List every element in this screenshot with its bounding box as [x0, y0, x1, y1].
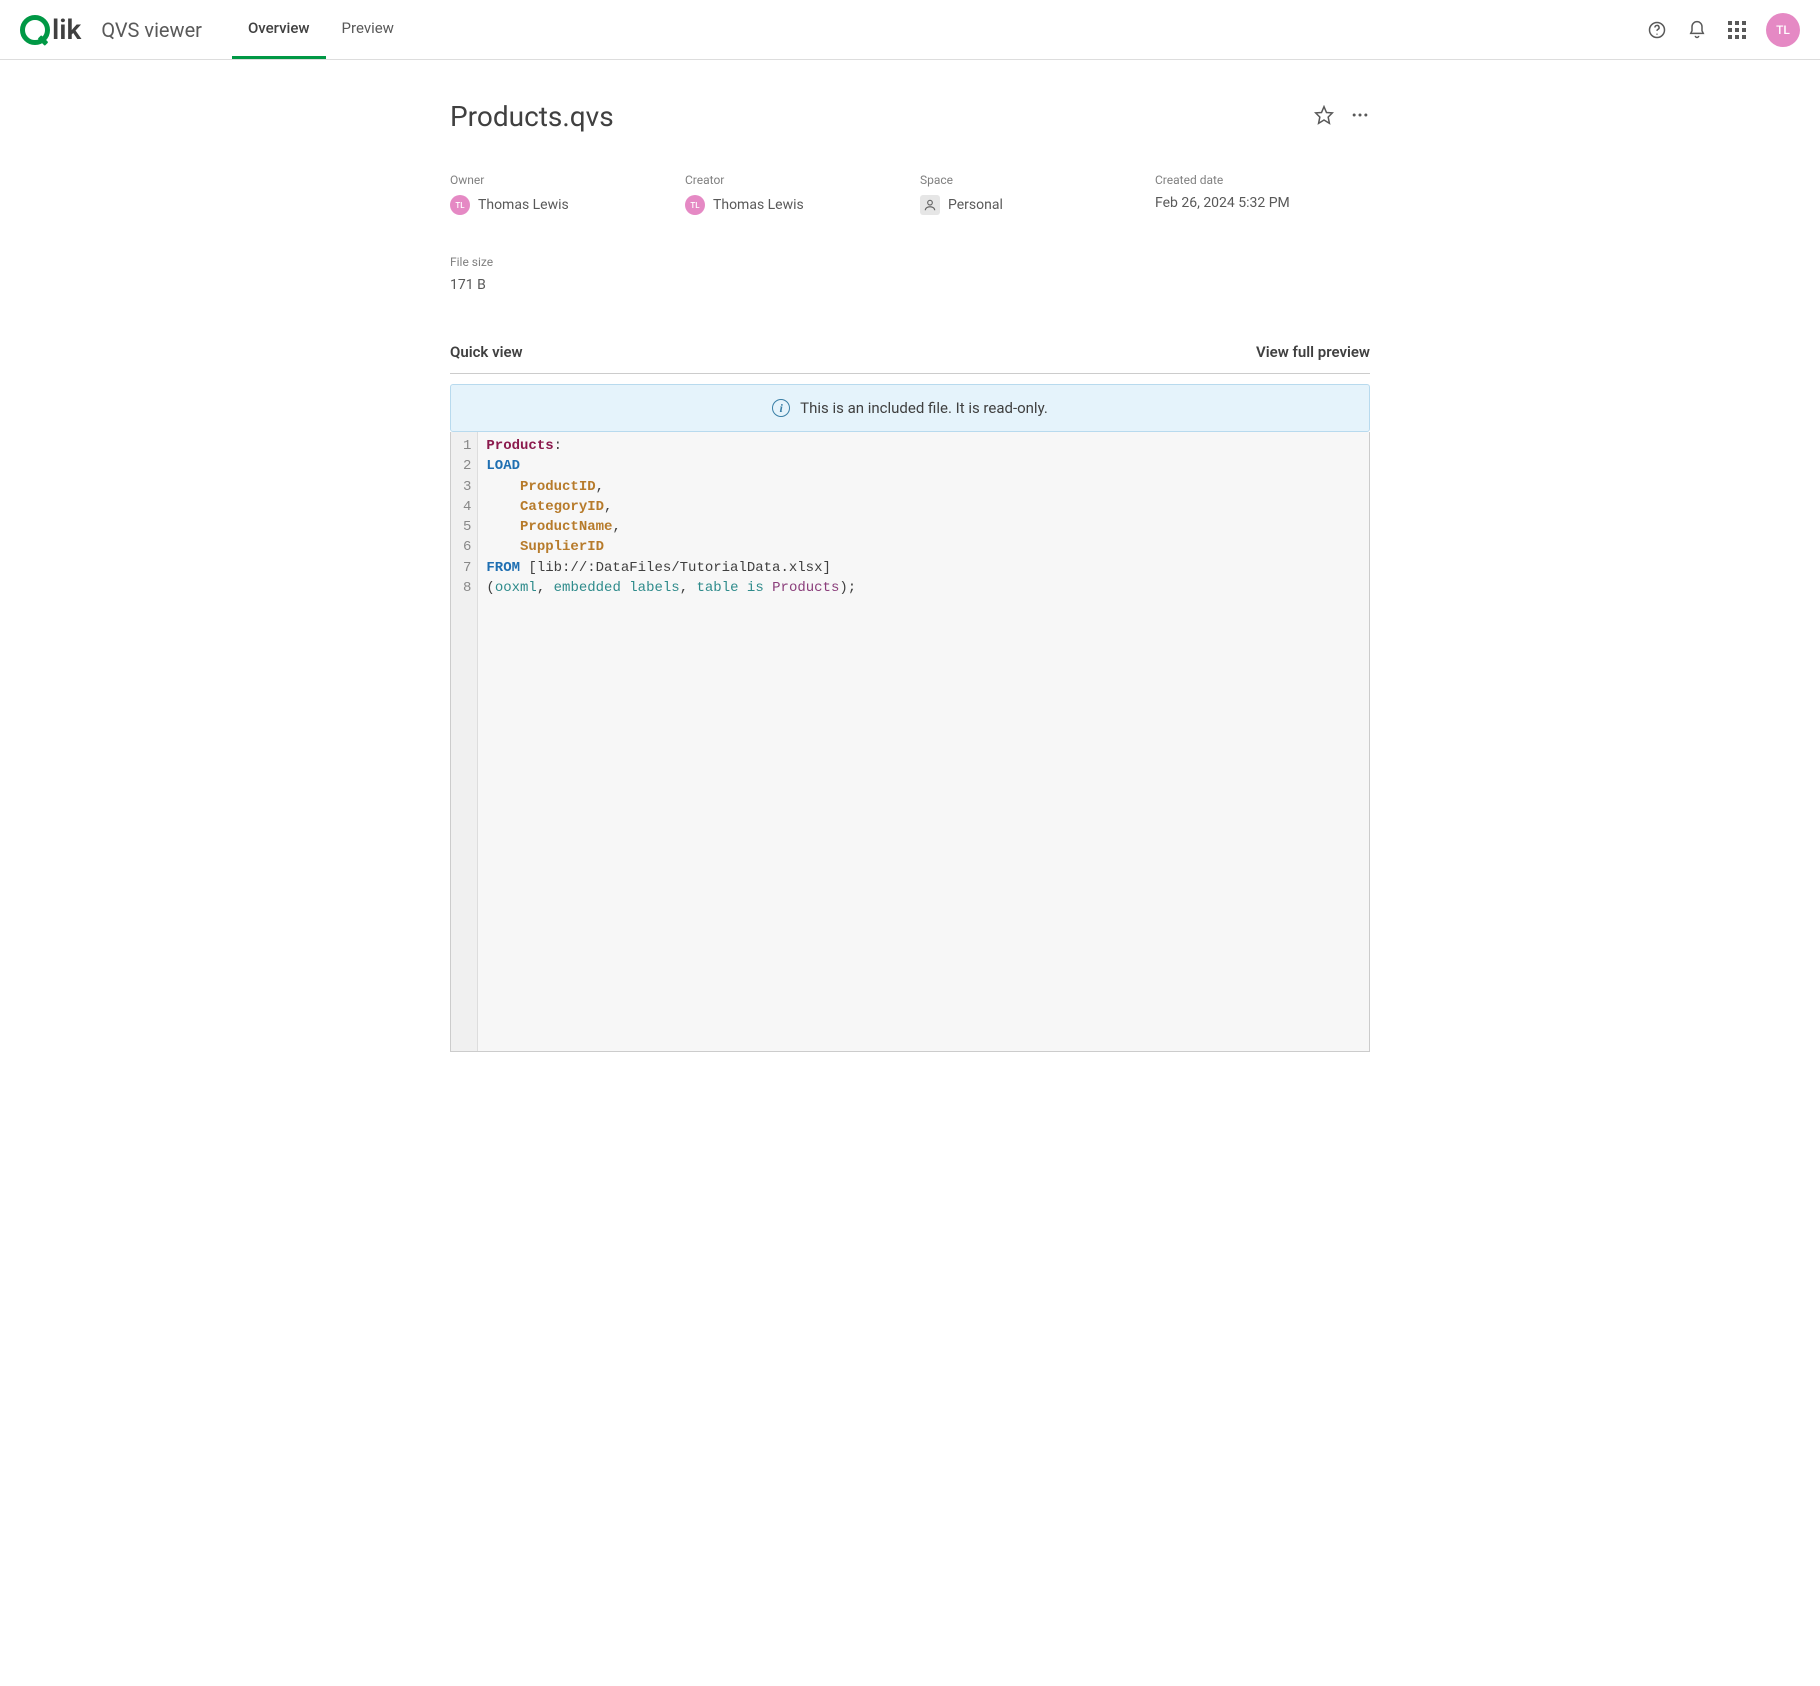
line-number: 2: [463, 456, 471, 476]
metadata-grid: Owner TL Thomas Lewis Creator TL Thomas …: [450, 173, 1370, 293]
apps-grid-icon[interactable]: [1726, 19, 1748, 41]
tab-overview[interactable]: Overview: [232, 0, 326, 59]
line-number: 7: [463, 558, 471, 578]
code-body: Products:LOAD ProductID, CategoryID, Pro…: [478, 432, 1369, 1051]
brand-logo[interactable]: lik: [20, 13, 81, 46]
code-preview: 1 2 3 4 5 6 7 8 Products:LOAD ProductID,…: [450, 432, 1370, 1052]
line-number: 6: [463, 537, 471, 557]
main-content: Products.qvs Owner TL Thomas Lewis Creat…: [450, 60, 1370, 1072]
meta-created-value: Feb 26, 2024 5:32 PM: [1155, 195, 1290, 211]
meta-created-label: Created date: [1155, 173, 1370, 187]
meta-owner: Owner TL Thomas Lewis: [450, 173, 665, 215]
favorite-star-icon[interactable]: [1314, 105, 1334, 129]
code-line: Products:: [486, 436, 1361, 456]
code-line: SupplierID: [486, 537, 1361, 557]
logo-o-icon: [20, 15, 50, 45]
code-line: ProductID,: [486, 477, 1361, 497]
quickview-label: Quick view: [450, 343, 523, 361]
line-number: 5: [463, 517, 471, 537]
line-number: 3: [463, 477, 471, 497]
person-icon: [920, 195, 940, 215]
page-title: Products.qvs: [450, 100, 1314, 133]
divider: [450, 373, 1370, 374]
tab-preview[interactable]: Preview: [326, 0, 410, 59]
meta-space-value: Personal: [948, 197, 1003, 213]
top-bar: lik QVS viewer Overview Preview TL: [0, 0, 1820, 60]
more-actions-icon[interactable]: [1350, 105, 1370, 129]
meta-space: Space Personal: [920, 173, 1135, 215]
meta-creator-value: Thomas Lewis: [713, 197, 804, 213]
line-number: 4: [463, 497, 471, 517]
app-name: QVS viewer: [101, 18, 202, 42]
topbar-actions: TL: [1646, 13, 1800, 47]
meta-creator: Creator TL Thomas Lewis: [685, 173, 900, 215]
meta-filesize: File size 171 B: [450, 255, 665, 293]
help-icon[interactable]: [1646, 19, 1668, 41]
line-number: 1: [463, 436, 471, 456]
brand-text: lik: [52, 13, 81, 46]
meta-filesize-label: File size: [450, 255, 665, 269]
code-line: FROM [lib://:DataFiles/TutorialData.xlsx…: [486, 558, 1361, 578]
meta-owner-label: Owner: [450, 173, 665, 187]
code-line: (ooxml, embedded labels, table is Produc…: [486, 578, 1361, 598]
info-icon: i: [772, 399, 790, 417]
owner-avatar-icon: TL: [450, 195, 470, 215]
bell-icon[interactable]: [1686, 19, 1708, 41]
code-line: CategoryID,: [486, 497, 1361, 517]
meta-creator-label: Creator: [685, 173, 900, 187]
meta-filesize-value: 171 B: [450, 277, 486, 293]
code-line: ProductName,: [486, 517, 1361, 537]
creator-avatar-icon: TL: [685, 195, 705, 215]
meta-created: Created date Feb 26, 2024 5:32 PM: [1155, 173, 1370, 215]
line-gutter: 1 2 3 4 5 6 7 8: [451, 432, 478, 1051]
line-number: 8: [463, 578, 471, 598]
user-avatar[interactable]: TL: [1766, 13, 1800, 47]
view-full-preview-link[interactable]: View full preview: [1256, 343, 1370, 361]
meta-space-label: Space: [920, 173, 1135, 187]
tabs: Overview Preview: [232, 0, 410, 59]
banner-text: This is an included file. It is read-onl…: [800, 399, 1048, 417]
meta-owner-value: Thomas Lewis: [478, 197, 569, 213]
code-line: LOAD: [486, 456, 1361, 476]
readonly-banner: i This is an included file. It is read-o…: [450, 384, 1370, 432]
